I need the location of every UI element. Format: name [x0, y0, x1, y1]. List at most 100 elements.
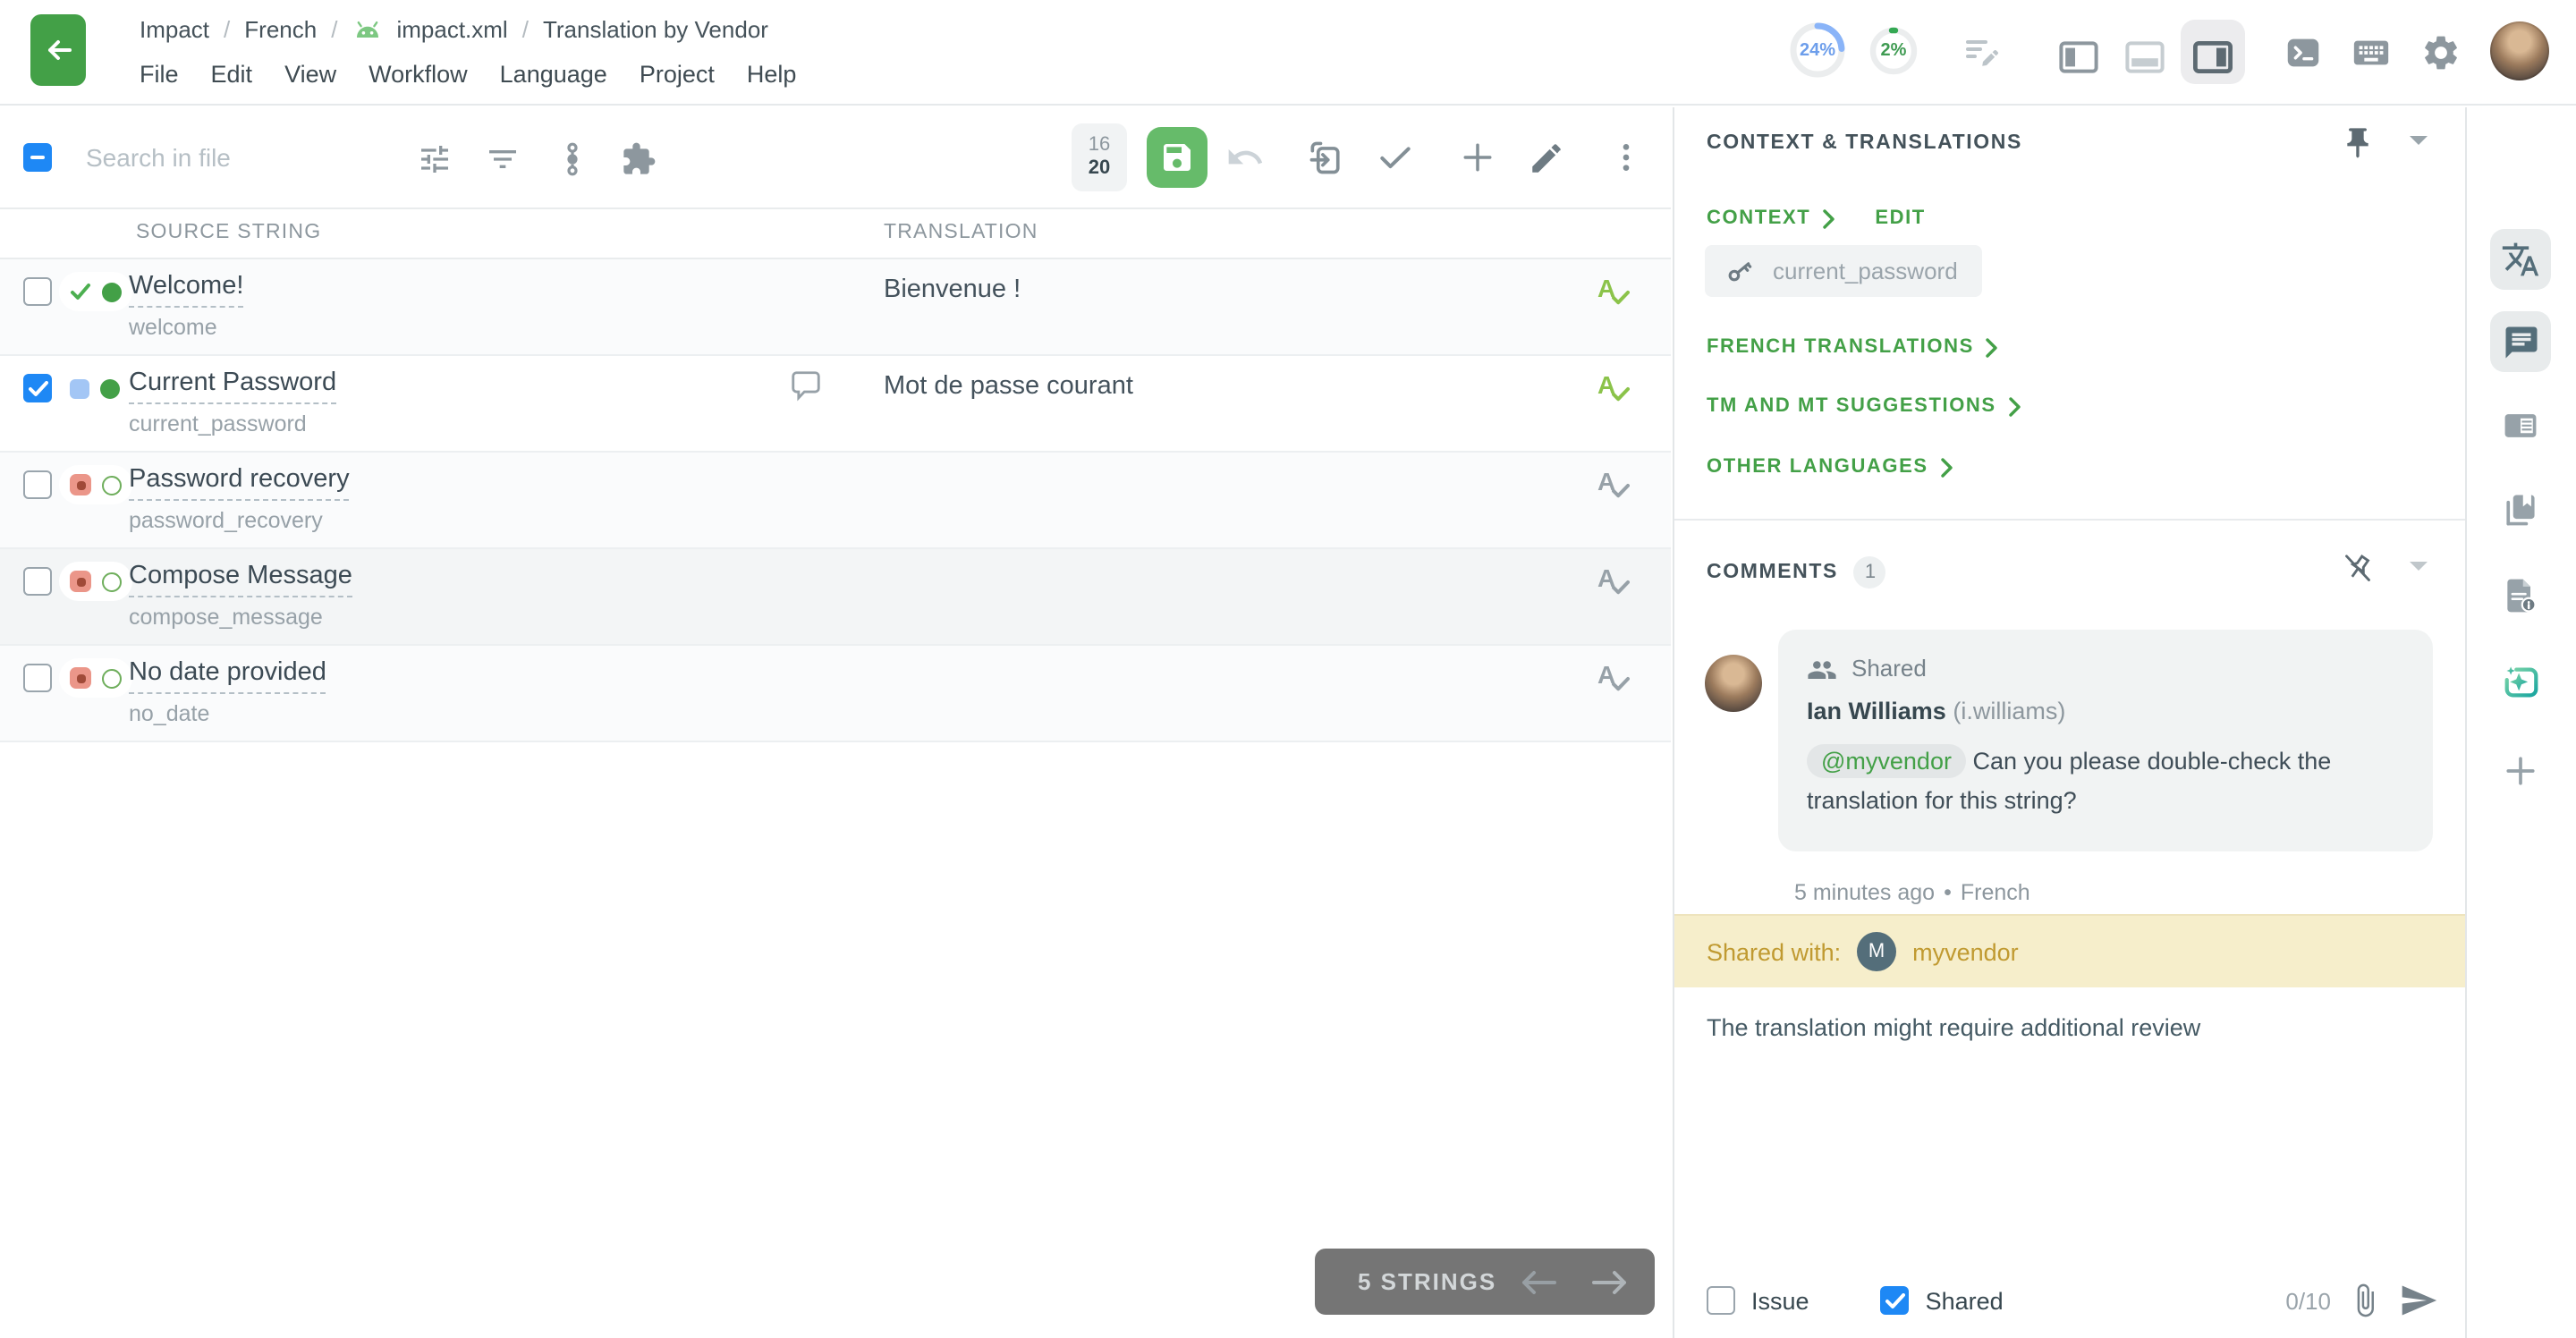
- approve-button[interactable]: [1374, 136, 1417, 179]
- source-string-text: Password recovery: [129, 465, 350, 494]
- section-tm-mt-suggestions[interactable]: TM AND MT SUGGESTIONS: [1707, 395, 2021, 417]
- menu-workflow[interactable]: Workflow: [369, 60, 468, 87]
- shared-checkbox[interactable]: [1881, 1286, 1910, 1315]
- section-french-translations[interactable]: FRENCH TRANSLATIONS: [1707, 336, 1999, 358]
- string-row-password-recovery[interactable]: Password recovery password_recovery A: [0, 453, 1671, 549]
- proofread-button[interactable]: A: [1597, 469, 1630, 499]
- section-context[interactable]: CONTEXT: [1707, 207, 1835, 229]
- pin-icon: [2340, 125, 2376, 161]
- rail-ai-assistant-button[interactable]: [2490, 651, 2551, 712]
- comment-icon: [2502, 323, 2539, 360]
- comment-author-line: Ian Williams (i.williams): [1807, 698, 2404, 724]
- menu-edit[interactable]: Edit: [211, 60, 253, 87]
- user-avatar[interactable]: [2490, 21, 2549, 80]
- header-left: Impact / French / impact.xml / Translati…: [140, 7, 796, 97]
- back-button[interactable]: [30, 14, 86, 86]
- breadcrumb-separator: /: [224, 15, 230, 42]
- settings-button[interactable]: [2419, 30, 2462, 73]
- breadcrumb-file[interactable]: impact.xml: [396, 15, 507, 42]
- console-button[interactable]: [2281, 30, 2324, 73]
- menu-language[interactable]: Language: [500, 60, 607, 87]
- rail-glossary-button[interactable]: [2490, 479, 2551, 540]
- pin-panel-button[interactable]: [2340, 125, 2376, 161]
- plugins-button[interactable]: [617, 138, 660, 181]
- string-row-no-date[interactable]: No date provided no_date A: [0, 646, 1671, 742]
- section-other-languages[interactable]: OTHER LANGUAGES: [1707, 456, 1953, 478]
- pencil-icon: [1527, 139, 1564, 176]
- rail-add-panel-button[interactable]: [2490, 741, 2551, 801]
- edit-string-button[interactable]: [1524, 136, 1567, 179]
- row-checkbox[interactable]: [23, 567, 52, 596]
- select-all-checkbox[interactable]: [23, 143, 52, 172]
- vendor-name[interactable]: myvendor: [1912, 938, 2019, 965]
- issue-label[interactable]: Issue: [1751, 1287, 1809, 1314]
- proofread-button[interactable]: A: [1597, 275, 1630, 306]
- proofread-button[interactable]: A: [1597, 372, 1630, 402]
- row-checkbox[interactable]: [23, 664, 52, 692]
- search-input[interactable]: [86, 131, 408, 184]
- layout-right-panel-button[interactable]: [2191, 36, 2234, 79]
- breadcrumb-language[interactable]: French: [244, 15, 317, 42]
- approved-dot-icon: [102, 282, 122, 301]
- filter-button[interactable]: [481, 138, 524, 181]
- next-page-icon[interactable]: [1590, 1267, 1630, 1296]
- comment-author[interactable]: Ian Williams: [1807, 698, 1946, 724]
- row-checkbox[interactable]: [23, 374, 52, 402]
- rail-string-info-button[interactable]: [2490, 395, 2551, 456]
- undo-button[interactable]: [1224, 136, 1267, 179]
- row-checkbox[interactable]: [23, 470, 52, 499]
- translation-text: Mot de passe courant: [884, 372, 1133, 401]
- shared-label[interactable]: Shared: [1926, 1287, 2004, 1314]
- copy-source-button[interactable]: [1304, 136, 1347, 179]
- proofread-button[interactable]: A: [1597, 662, 1630, 692]
- shared-with-label: Shared with:: [1707, 938, 1841, 965]
- attach-file-button[interactable]: [2347, 1283, 2383, 1318]
- ai-sparkle-icon: [2500, 661, 2541, 702]
- approved-progress-ring[interactable]: 2%: [1868, 25, 1919, 77]
- rail-file-context-button[interactable]: [2490, 565, 2551, 626]
- status-icons: [59, 368, 131, 408]
- approved-percentage: 2%: [1868, 25, 1919, 77]
- layout-left-panel-button[interactable]: [2057, 36, 2100, 79]
- comment-draft-input[interactable]: The translation might require additional…: [1707, 1011, 2433, 1243]
- add-string-button[interactable]: [1456, 136, 1499, 179]
- collapse-panel-button[interactable]: [2408, 134, 2429, 148]
- advanced-filter-button[interactable]: [413, 138, 456, 181]
- string-key-chip[interactable]: current_password: [1705, 245, 1983, 297]
- send-icon: [2399, 1281, 2438, 1320]
- mention-chip[interactable]: @myvendor: [1807, 744, 1966, 778]
- copy-source-icon: [1306, 138, 1345, 177]
- rail-comments-button[interactable]: [2490, 311, 2551, 372]
- comment-actions-bar: Issue Shared 0/10: [1674, 1263, 2467, 1338]
- string-row-welcome[interactable]: Welcome! welcome Bienvenue ! A: [0, 259, 1671, 356]
- comments-count-badge: 1: [1854, 556, 1886, 589]
- edit-context-link[interactable]: EDIT: [1875, 207, 1926, 229]
- translation-queue-button[interactable]: [1961, 30, 2004, 73]
- more-options-button[interactable]: [1605, 136, 1648, 179]
- menu-help[interactable]: Help: [747, 60, 797, 87]
- breadcrumb-project[interactable]: Impact: [140, 15, 209, 42]
- previous-page-icon[interactable]: [1519, 1267, 1558, 1296]
- menu-view[interactable]: View: [284, 60, 336, 87]
- workflow-steps-button[interactable]: [551, 138, 594, 181]
- tune-icon: [417, 141, 453, 177]
- layout-bottom-panel-button[interactable]: [2123, 36, 2166, 79]
- proofread-button[interactable]: A: [1597, 565, 1630, 596]
- issue-checkbox[interactable]: [1707, 1286, 1735, 1315]
- translated-progress-ring[interactable]: 24%: [1787, 20, 1848, 80]
- proofread-check-icon: [1612, 483, 1630, 499]
- breadcrumb-workflow-step[interactable]: Translation by Vendor: [543, 15, 768, 42]
- layout-right-icon: [2193, 41, 2233, 73]
- string-row-compose-message[interactable]: Compose Message compose_message A: [0, 549, 1671, 646]
- menu-project[interactable]: Project: [640, 60, 715, 87]
- row-checkbox[interactable]: [23, 277, 52, 306]
- comment-username: (i.williams): [1953, 698, 2065, 724]
- shortcuts-button[interactable]: [2349, 30, 2392, 73]
- unpin-comments-button[interactable]: [2340, 551, 2376, 587]
- menu-file[interactable]: File: [140, 60, 179, 87]
- send-comment-button[interactable]: [2399, 1281, 2438, 1320]
- rail-translations-button[interactable]: [2490, 229, 2551, 290]
- collapse-comments-button[interactable]: [2408, 560, 2429, 574]
- save-button[interactable]: [1147, 127, 1208, 188]
- string-row-current-password[interactable]: Current Password current_password Mot de…: [0, 356, 1671, 453]
